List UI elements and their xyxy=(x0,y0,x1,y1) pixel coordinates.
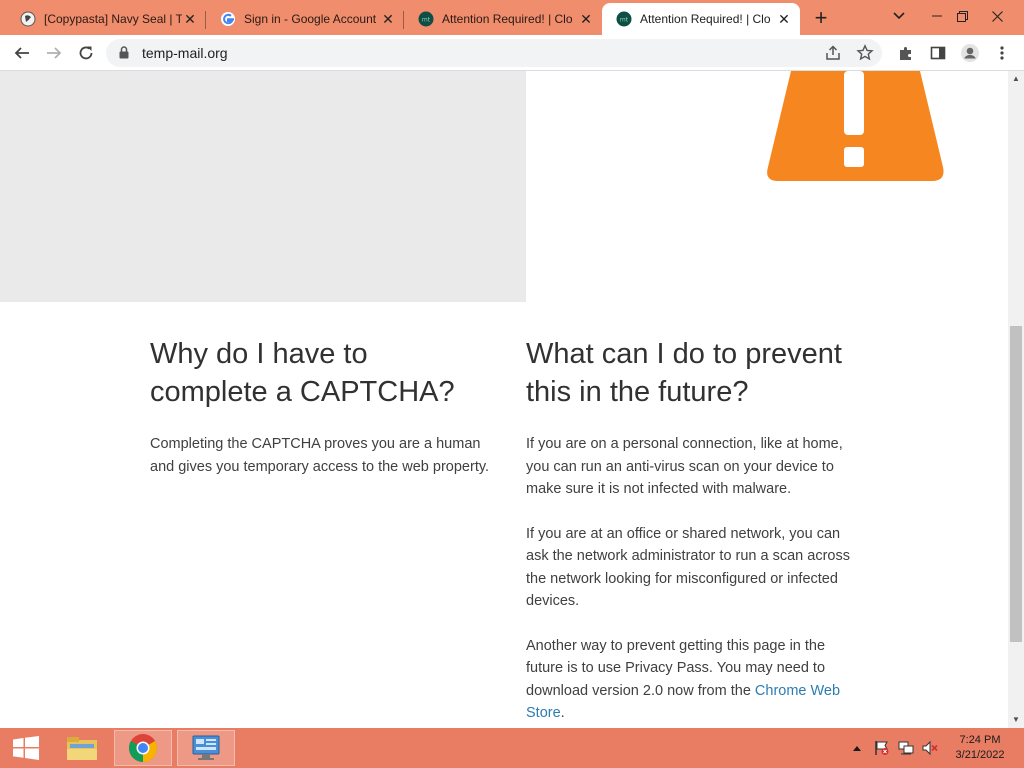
prevent-paragraph-office: If you are at an office or shared networ… xyxy=(526,525,850,610)
tab-close-icon[interactable]: ✕ xyxy=(182,11,198,27)
show-hidden-icons-button[interactable] xyxy=(850,730,864,766)
google-icon xyxy=(221,12,235,26)
minimize-icon xyxy=(932,15,942,17)
chevron-down-icon xyxy=(893,12,905,20)
extensions-button[interactable] xyxy=(892,39,920,67)
tab-search-button[interactable] xyxy=(884,0,914,32)
scroll-up-arrow-icon[interactable]: ▲ xyxy=(1008,71,1024,87)
why-captcha-heading: Why do I have to complete a CAPTCHA? xyxy=(150,338,455,408)
close-icon xyxy=(991,10,1003,22)
close-window-button[interactable] xyxy=(982,0,1012,32)
prevent-paragraph-privacy-pass: Another way to prevent getting this page… xyxy=(526,635,862,725)
bookmark-star-icon[interactable] xyxy=(856,44,874,62)
tab-attention-required-1[interactable]: mt Attention Required! | Clo ✕ xyxy=(404,3,602,35)
share-icon[interactable] xyxy=(824,44,842,62)
control-panel-icon xyxy=(192,735,220,760)
cloudflare-icon: mt xyxy=(418,11,434,27)
chrome-icon xyxy=(129,734,157,762)
tab-title: Attention Required! | Clo xyxy=(640,12,771,26)
file-explorer-icon xyxy=(67,737,97,760)
page-content: Why do I have to complete a CAPTCHA? Com… xyxy=(0,71,1008,728)
taskbar-chrome[interactable] xyxy=(114,730,172,766)
volume-muted-icon xyxy=(922,740,938,756)
browser-toolbar: temp-mail.org xyxy=(0,35,1024,71)
windows-taskbar xyxy=(0,728,1024,768)
start-button[interactable] xyxy=(4,730,48,766)
cloudflare-icon: mt xyxy=(616,11,632,27)
network-icon xyxy=(898,741,914,755)
forward-button[interactable] xyxy=(40,39,68,67)
url-text[interactable]: temp-mail.org xyxy=(142,45,228,61)
action-center-tray[interactable] xyxy=(872,730,892,766)
knowyourmeme-icon xyxy=(20,11,36,27)
start-icon xyxy=(13,736,39,760)
arrow-right-icon xyxy=(47,47,62,59)
tab-title: Sign in - Google Account xyxy=(244,12,377,26)
taskbar-control-panel[interactable] xyxy=(177,730,235,766)
tab-attention-required-active[interactable]: mt Attention Required! | Clo ✕ xyxy=(602,3,800,35)
taskbar-clock[interactable]: 7:24 PM 3/21/2022 xyxy=(950,733,1010,763)
clock-time: 7:24 PM xyxy=(959,734,1001,746)
side-panel-button[interactable] xyxy=(924,39,952,67)
side-panel-icon xyxy=(930,46,946,60)
flag-icon xyxy=(875,741,889,755)
puzzle-piece-icon xyxy=(900,47,911,60)
taskbar-file-explorer[interactable] xyxy=(56,730,108,766)
profile-button[interactable] xyxy=(956,39,984,67)
page-scrollbar[interactable]: ▲ ▼ xyxy=(1008,71,1024,728)
privacy-pass-period: . xyxy=(560,705,565,721)
scroll-down-arrow-icon[interactable]: ▼ xyxy=(1008,712,1024,728)
arrow-left-icon xyxy=(14,47,29,59)
prevent-heading: What can I do to prevent this in the fut… xyxy=(526,338,842,408)
warning-triangle-icon xyxy=(767,71,944,181)
reload-icon xyxy=(79,46,93,60)
chevron-up-icon xyxy=(853,746,861,751)
tab-title: Attention Required! | Clo xyxy=(442,12,573,26)
tab-close-icon[interactable]: ✕ xyxy=(380,11,396,27)
tab-close-icon[interactable]: ✕ xyxy=(776,11,792,27)
clock-date: 3/21/2022 xyxy=(955,749,1005,761)
svg-text:mt: mt xyxy=(620,17,629,24)
kebab-menu-icon xyxy=(1000,46,1004,60)
address-bar[interactable]: temp-mail.org xyxy=(106,39,882,67)
why-captcha-section: Why do I have to complete a CAPTCHA? Com… xyxy=(150,335,490,478)
tab-copypasta[interactable]: [Copypasta] Navy Seal | T ✕ xyxy=(6,3,206,35)
captcha-placeholder-box xyxy=(0,71,526,302)
prevent-section: What can I do to prevent this in the fut… xyxy=(526,335,862,725)
scrollbar-thumb[interactable] xyxy=(1010,326,1022,642)
tab-google-sign-in[interactable]: Sign in - Google Account ✕ xyxy=(206,3,404,35)
network-tray[interactable] xyxy=(896,730,916,766)
profile-avatar-icon xyxy=(961,44,979,62)
svg-text:mt: mt xyxy=(422,17,431,24)
tab-close-icon[interactable]: ✕ xyxy=(578,11,594,27)
browser-menu-button[interactable] xyxy=(988,39,1016,67)
new-tab-button[interactable]: + xyxy=(808,6,834,32)
reload-button[interactable] xyxy=(72,39,100,67)
prevent-paragraph-personal: If you are on a personal connection, lik… xyxy=(526,436,843,497)
restore-button[interactable] xyxy=(947,0,977,32)
lock-icon[interactable] xyxy=(119,46,129,59)
volume-tray[interactable] xyxy=(920,730,940,766)
why-captcha-paragraph: Completing the CAPTCHA proves you are a … xyxy=(150,436,490,475)
tab-strip: [Copypasta] Navy Seal | T ✕ Sign in - Go… xyxy=(0,0,1024,35)
back-button[interactable] xyxy=(8,39,36,67)
restore-icon xyxy=(956,10,968,22)
tab-title: [Copypasta] Navy Seal | T xyxy=(44,12,182,26)
